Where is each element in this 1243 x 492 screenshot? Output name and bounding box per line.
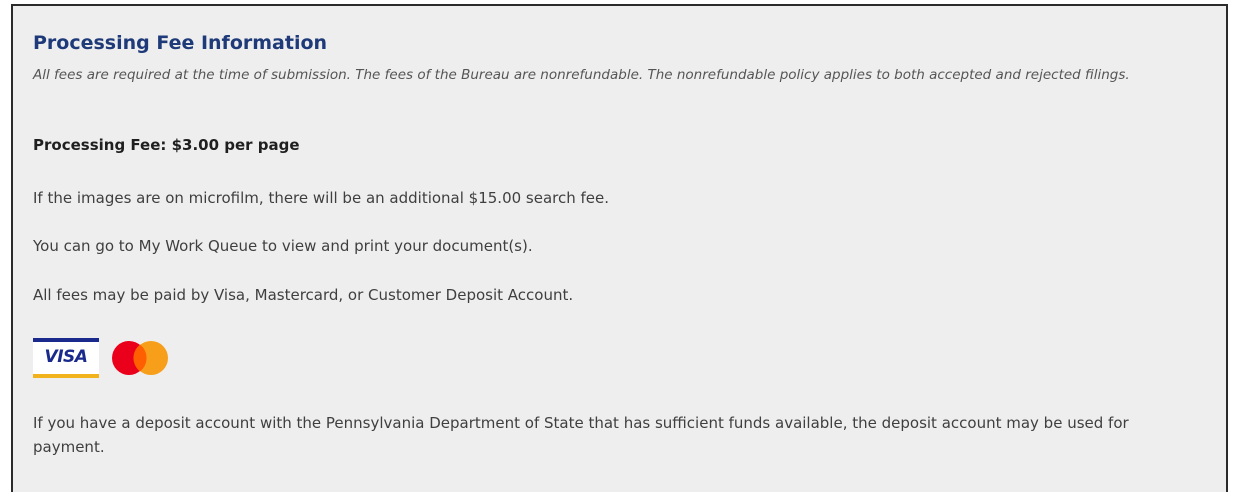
microfilm-fee-text: If the images are on microfilm, there wi…: [33, 189, 610, 207]
fee-policy-notice: All fees are required at the time of sub…: [33, 67, 1130, 83]
visa-wordmark: VISA: [44, 347, 88, 367]
payment-card-icons: VISA: [33, 338, 183, 378]
section-title: Processing Fee Information: [33, 32, 328, 54]
processing-fee-label: Processing Fee: $3.00 per page: [33, 136, 300, 154]
mastercard-icon: [112, 341, 168, 375]
deposit-account-text: If you have a deposit account with the P…: [33, 414, 1129, 456]
visa-top-band: [33, 338, 99, 342]
visa-bottom-band: [33, 374, 99, 378]
payment-methods-text: All fees may be paid by Visa, Mastercard…: [33, 286, 574, 304]
processing-fee-panel: Processing Fee Information All fees are …: [11, 4, 1228, 492]
visa-icon: VISA: [33, 338, 99, 378]
work-queue-text: You can go to My Work Queue to view and …: [33, 237, 533, 255]
